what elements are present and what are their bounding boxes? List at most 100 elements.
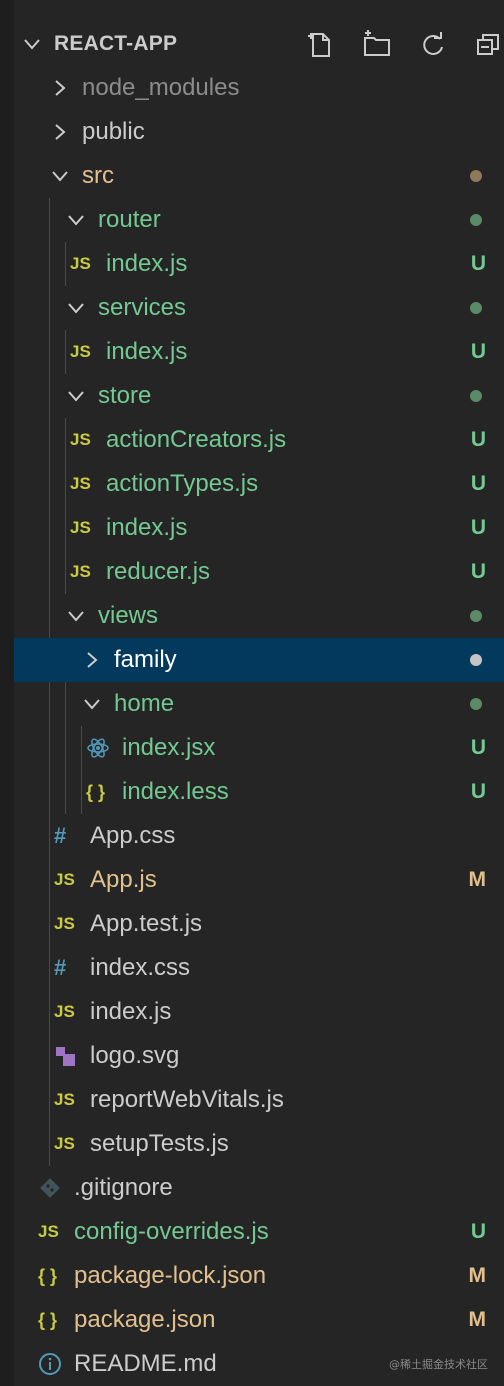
tree-item-label: family (114, 646, 177, 673)
folder-home[interactable]: home (14, 682, 504, 726)
js-file-icon: JS (54, 1002, 75, 1021)
git-status-badge: U (470, 560, 486, 583)
git-status-badge: M (468, 868, 487, 891)
tree-item-label: actionTypes.js (106, 470, 259, 497)
chevron-down-icon[interactable] (66, 210, 86, 230)
chevron-right-icon[interactable] (50, 78, 70, 98)
chevron-right-icon[interactable] (82, 650, 102, 670)
file-index-js[interactable]: JS index.js U (14, 242, 504, 286)
file-actioncreators-js[interactable]: JS actionCreators.js U (14, 418, 504, 462)
git-status-badge: M (468, 1308, 487, 1331)
tree-item-label: node_modules (82, 74, 240, 101)
activity-edge (0, 0, 14, 1386)
file-app-css[interactable]: # App.css (14, 814, 504, 858)
folder-store[interactable]: store (14, 374, 504, 418)
tree-item-label: store (98, 382, 152, 409)
file-setuptests-js[interactable]: JS setupTests.js (14, 1122, 504, 1166)
file-package-json[interactable]: { } package.json M (14, 1298, 504, 1342)
git-status-badge: U (470, 428, 486, 451)
tree-item-label: index.less (122, 778, 229, 805)
tree-item-label: index.js (90, 998, 172, 1025)
tree-item-label: setupTests.js (90, 1130, 229, 1157)
git-status-badge: U (470, 1220, 486, 1243)
js-file-icon: JS (54, 914, 75, 933)
file-config-overrides-js[interactable]: JS config-overrides.js U (14, 1210, 504, 1254)
css-file-icon: # (54, 823, 67, 848)
file-actiontypes-js[interactable]: JS actionTypes.js U (14, 462, 504, 506)
js-file-icon: JS (70, 254, 91, 273)
tree-item-label: logo.svg (90, 1042, 180, 1069)
tree-item-label: actionCreators.js (106, 426, 287, 453)
js-file-icon: JS (70, 430, 91, 449)
file-reducer-js[interactable]: JS reducer.js U (14, 550, 504, 594)
tree-item-label: App.js (90, 866, 157, 893)
new-file-icon (308, 33, 330, 57)
tree-item-label: index.jsx (122, 734, 216, 761)
file-app-js[interactable]: JS App.js M (14, 858, 504, 902)
file-index-js[interactable]: JS index.js (14, 990, 504, 1034)
tree-item-label: App.test.js (90, 910, 203, 937)
file-index-js[interactable]: JS index.js U (14, 330, 504, 374)
file-index-css[interactable]: # index.css (14, 946, 504, 990)
file-index-jsx[interactable]: index.jsx U (14, 726, 504, 770)
tree-item-label: package.json (74, 1306, 216, 1333)
info-file-icon (39, 1353, 61, 1375)
folder-public[interactable]: public (14, 110, 504, 154)
js-file-icon: JS (70, 518, 91, 537)
file-index-js[interactable]: JS index.js U (14, 506, 504, 550)
chevron-right-icon[interactable] (50, 122, 70, 142)
explorer-title[interactable]: REACT-APP (54, 22, 177, 66)
folder-views[interactable]: views (14, 594, 504, 638)
git-status-badge: U (470, 736, 486, 759)
explorer-header: REACT-APP (14, 22, 504, 66)
refresh-button[interactable] (418, 30, 448, 60)
git-status-badge: M (468, 1264, 487, 1287)
new-file-button[interactable] (306, 30, 336, 60)
folder-router[interactable]: router (14, 198, 504, 242)
chevron-down-icon[interactable] (66, 298, 86, 318)
js-file-icon: JS (54, 1134, 75, 1153)
tree-item-label: .gitignore (74, 1174, 173, 1201)
tree-item-label: index.js (106, 514, 188, 541)
git-status-dot (470, 698, 482, 710)
git-status-badge: U (470, 516, 486, 539)
json-file-icon: { } (38, 1310, 58, 1330)
tree-item-label: config-overrides.js (74, 1218, 269, 1245)
js-file-icon: JS (70, 342, 91, 361)
tree-item-label: services (98, 294, 187, 321)
chevron-down-icon[interactable] (50, 166, 70, 186)
folder-src[interactable]: src (14, 154, 504, 198)
git-status-badge: U (470, 340, 486, 363)
git-status-badge: U (470, 252, 486, 275)
chevron-down-icon[interactable] (82, 694, 102, 714)
js-file-icon: JS (38, 1222, 59, 1241)
tree-item-label: index.js (106, 250, 188, 277)
json-file-icon: { } (38, 1266, 58, 1286)
file-gitignore[interactable]: .gitignore (14, 1166, 504, 1210)
folder-family[interactable]: family (14, 638, 504, 682)
css-file-icon: # (54, 955, 67, 980)
tree-item-label: README.md (74, 1350, 217, 1377)
new-folder-button[interactable] (362, 30, 392, 60)
file-logo-svg[interactable]: logo.svg (14, 1034, 504, 1078)
chevron-down-icon[interactable] (66, 386, 86, 406)
tree-item-label: reportWebVitals.js (90, 1086, 284, 1113)
svg-file-icon (56, 1047, 75, 1066)
tree-item-label: App.css (90, 822, 176, 849)
folder-node-modules[interactable]: node_modules (14, 66, 504, 110)
file-index-less[interactable]: { } index.less U (14, 770, 504, 814)
chevron-down-icon[interactable] (66, 606, 86, 626)
git-status-dot (470, 214, 482, 226)
file-package-lock-json[interactable]: { } package-lock.json M (14, 1254, 504, 1298)
collapse-all-button[interactable] (474, 30, 504, 60)
folder-services[interactable]: services (14, 286, 504, 330)
git-status-dot (470, 654, 482, 666)
tree-item-label: index.css (90, 954, 191, 981)
git-status-dot (470, 610, 482, 622)
file-app-test-js[interactable]: JS App.test.js (14, 902, 504, 946)
git-status-badge: U (470, 780, 486, 803)
chevron-down-icon[interactable] (22, 34, 42, 54)
js-file-icon: JS (54, 1090, 75, 1109)
tree-item-label: router (98, 206, 161, 233)
file-reportwebvitals-js[interactable]: JS reportWebVitals.js (14, 1078, 504, 1122)
